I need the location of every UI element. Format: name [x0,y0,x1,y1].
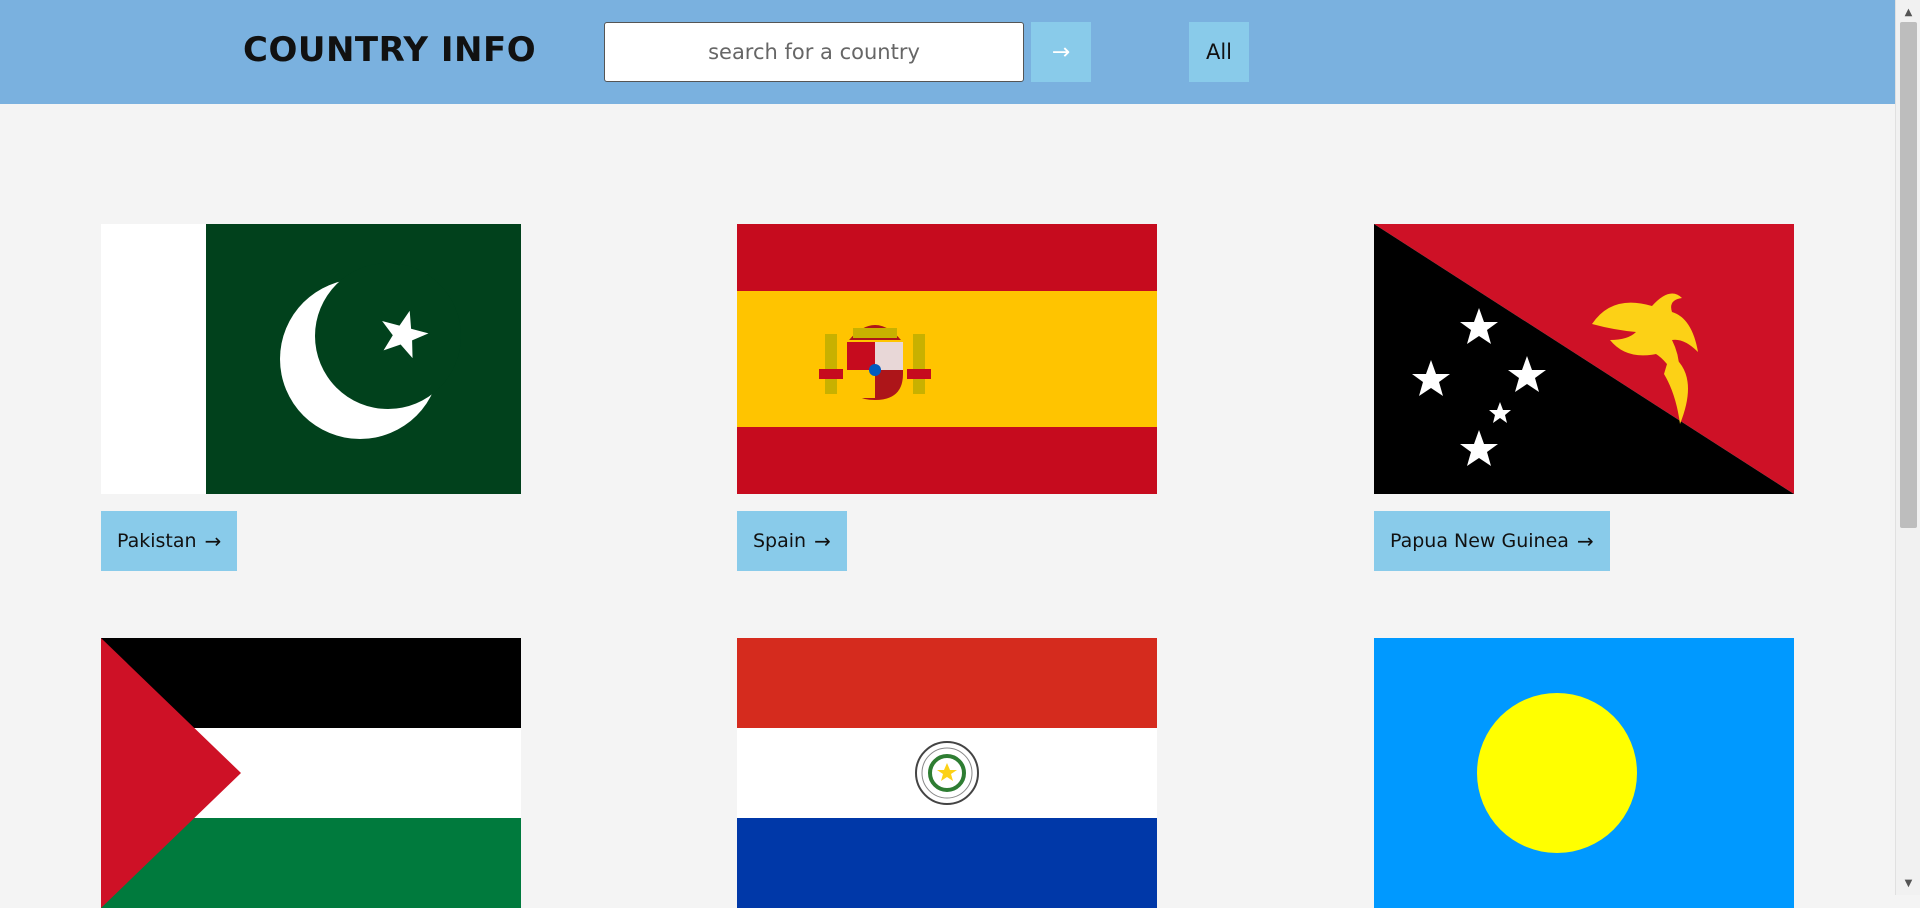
country-name: Papua New Guinea [1390,530,1569,552]
paraguay-flag-icon [737,638,1157,908]
pakistan-flag-icon [101,224,521,494]
country-button-papua-new-guinea[interactable]: Papua New Guinea → [1374,511,1610,571]
country-card [101,638,521,908]
arrow-right-icon: → [204,529,222,553]
all-button[interactable]: All [1189,22,1249,82]
papua-new-guinea-flag-icon [1374,224,1794,494]
vertical-scrollbar[interactable]: ▲ ▼ [1895,0,1920,895]
country-button-spain[interactable]: Spain → [737,511,847,571]
arrow-right-icon: → [1051,39,1071,65]
country-card [737,638,1157,908]
arrow-right-icon: → [1576,529,1594,553]
country-button-pakistan[interactable]: Pakistan → [101,511,238,571]
search-button[interactable]: → [1031,22,1091,82]
country-name: Spain [753,530,807,552]
country-name: Pakistan [117,530,197,552]
scrollbar-thumb[interactable] [1900,22,1917,528]
site-title: COUNTRY INFO [243,30,537,70]
spain-flag-icon [737,224,1157,494]
header: COUNTRY INFO → All [0,0,1895,104]
country-card [1374,638,1794,908]
search-input[interactable] [604,22,1024,82]
scroll-down-icon[interactable]: ▼ [1896,873,1920,893]
palestine-flag-icon [101,638,521,908]
palau-flag-icon [1374,638,1794,908]
country-card: Pakistan → [101,224,521,571]
arrow-right-icon: → [814,529,831,553]
country-card: Papua New Guinea → [1374,224,1794,571]
country-card: Spain → [737,224,1157,571]
scroll-up-icon[interactable]: ▲ [1896,2,1920,22]
